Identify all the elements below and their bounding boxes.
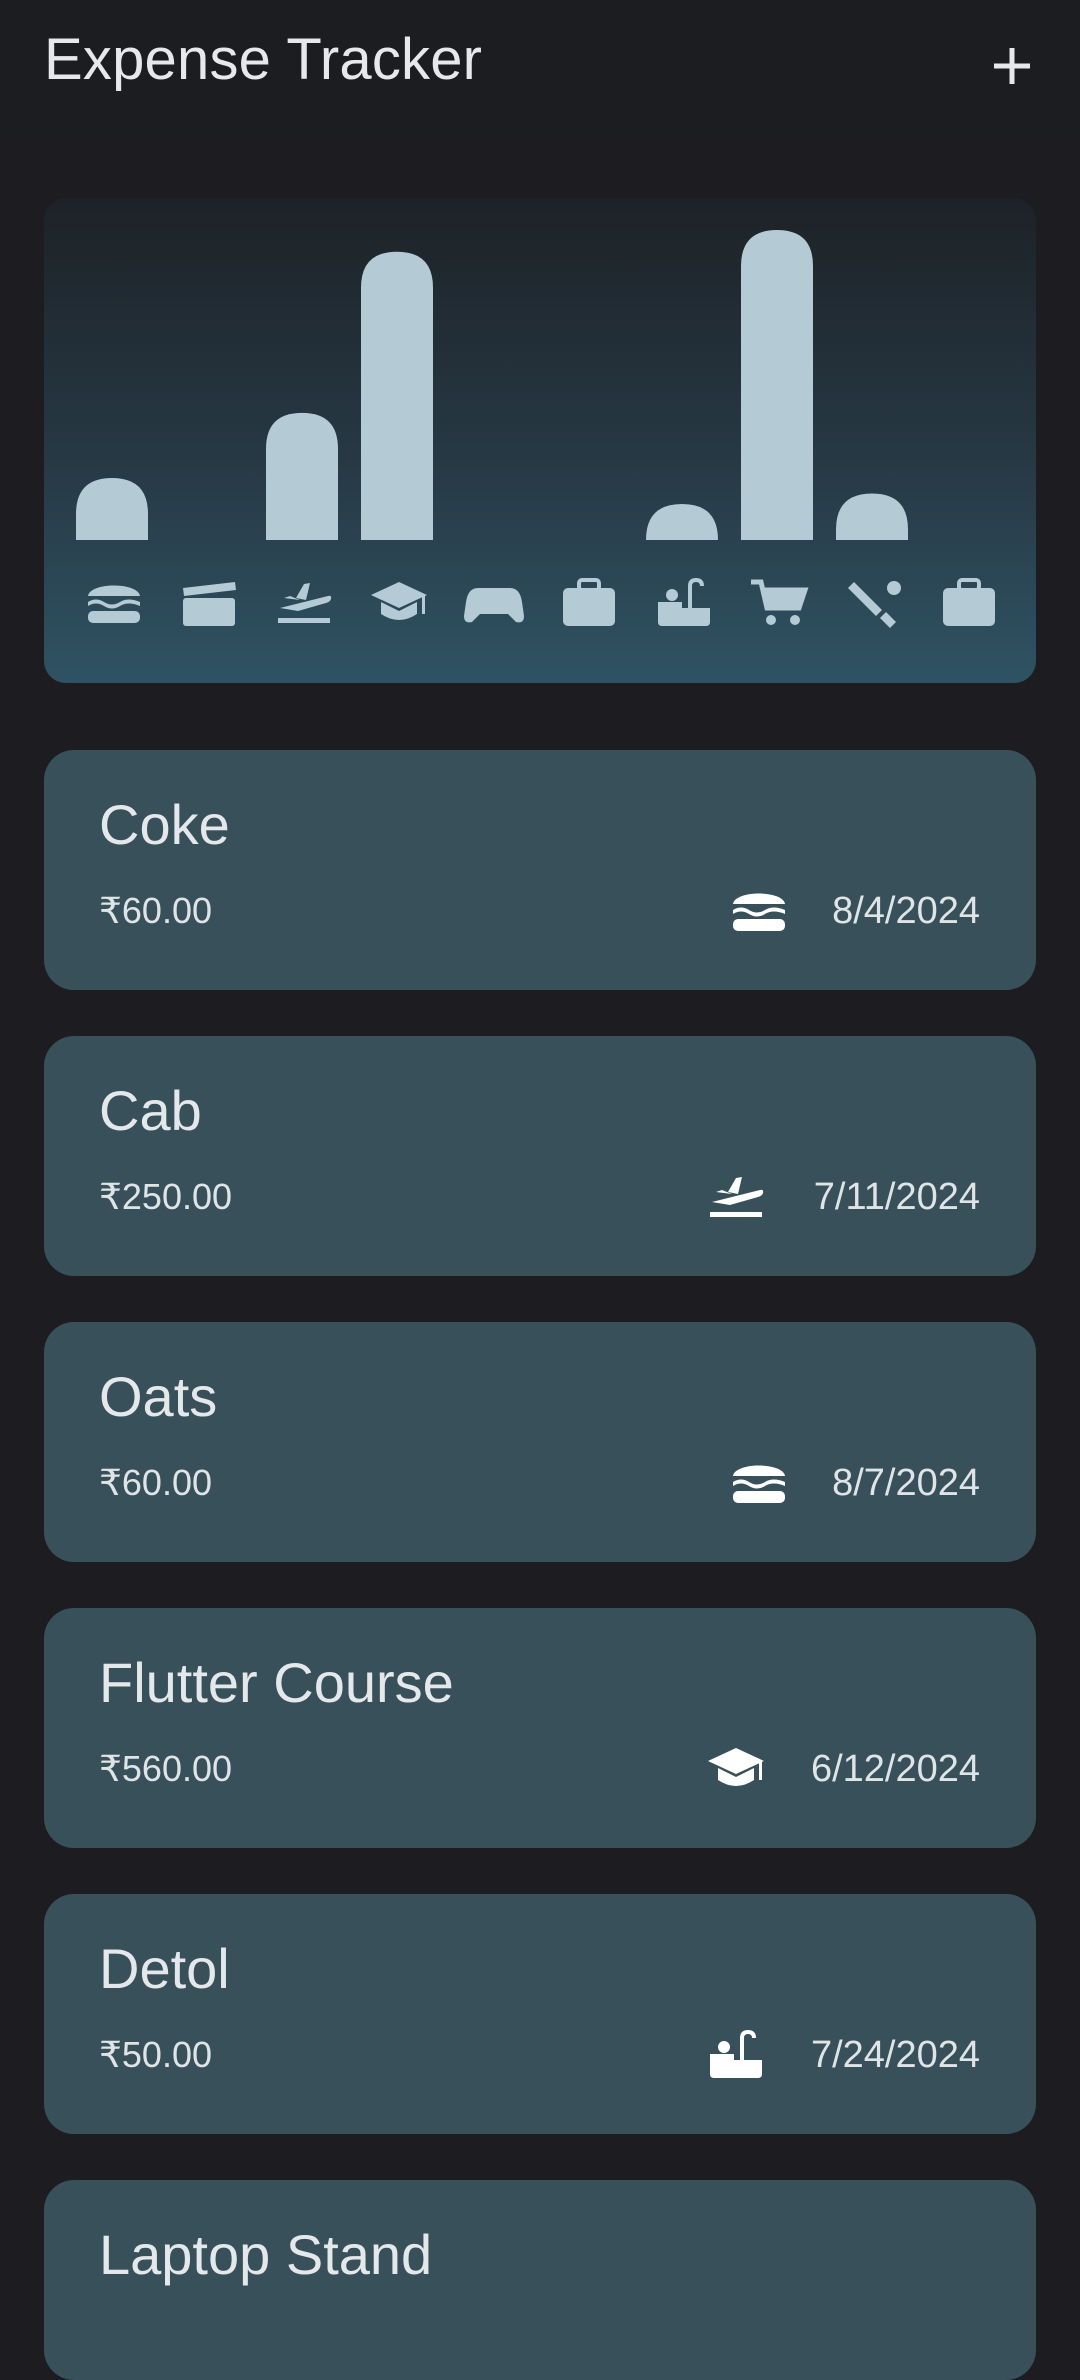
flight-takeoff-icon	[710, 1177, 764, 1217]
burger-icon	[733, 1465, 785, 1503]
gaming-category-icon	[464, 588, 524, 623]
expense-title: Laptop Stand	[99, 2223, 433, 2286]
burger-icon	[733, 893, 785, 931]
expense-title: Detol	[99, 1937, 230, 2000]
expense-chart	[44, 198, 1036, 683]
expense-date: 8/7/2024	[832, 1462, 980, 1504]
expense-amount: ₹60.00	[99, 1462, 212, 1503]
work-category-icon	[943, 578, 995, 626]
app-bar: Expense Tracker	[0, 0, 1080, 132]
expense-card[interactable]: Coke ₹60.00 8/4/2024	[44, 750, 1036, 990]
expense-title: Oats	[99, 1365, 218, 1428]
shopping-category-icon	[751, 579, 809, 625]
expense-title: Cab	[99, 1079, 202, 1142]
expense-date: 6/12/2024	[810, 1748, 980, 1790]
education-category-icon	[371, 582, 427, 620]
sports-category-icon	[848, 581, 901, 628]
movie-category-icon	[183, 582, 236, 626]
expense-title: Flutter Course	[99, 1651, 454, 1714]
personal-care-category-icon	[658, 577, 710, 626]
plus-icon	[994, 48, 1030, 84]
expense-amount: ₹60.00	[99, 890, 212, 931]
expense-card[interactable]: Laptop Stand	[44, 2180, 1036, 2380]
chart-bar-food	[76, 478, 148, 540]
expense-amount: ₹50.00	[99, 2034, 212, 2075]
expense-amount: ₹560.00	[99, 1748, 233, 1789]
expense-card[interactable]: Detol ₹50.00 7/24/2024	[44, 1894, 1036, 2134]
graduation-cap-icon	[708, 1748, 764, 1786]
chart-bar-shopping	[741, 230, 813, 540]
expense-date: 8/4/2024	[832, 890, 980, 932]
expense-card[interactable]: Cab ₹250.00 7/11/2024	[44, 1036, 1036, 1276]
chart-canvas	[76, 230, 995, 628]
expense-date: 7/11/2024	[813, 1176, 980, 1218]
expense-date: 7/24/2024	[810, 2034, 980, 2076]
expense-card[interactable]: Flutter Course ₹560.00 6/12/2024	[44, 1608, 1036, 1848]
page-title: Expense Tracker	[44, 27, 483, 92]
chart-bar-education	[361, 251, 433, 540]
travel-category-icon	[278, 583, 332, 623]
food-category-icon	[88, 585, 140, 623]
medical-category-icon	[563, 578, 615, 626]
chart-bar-travel	[266, 412, 338, 540]
chart-bar-sports	[836, 493, 908, 540]
expense-title: Coke	[99, 793, 230, 856]
chart-bar-personal-care	[646, 504, 718, 540]
expense-amount: ₹250.00	[99, 1176, 233, 1217]
add-expense-button[interactable]	[976, 30, 1048, 102]
expense-card[interactable]: Oats ₹60.00 8/7/2024	[44, 1322, 1036, 1562]
bathtub-icon	[710, 2030, 762, 2078]
